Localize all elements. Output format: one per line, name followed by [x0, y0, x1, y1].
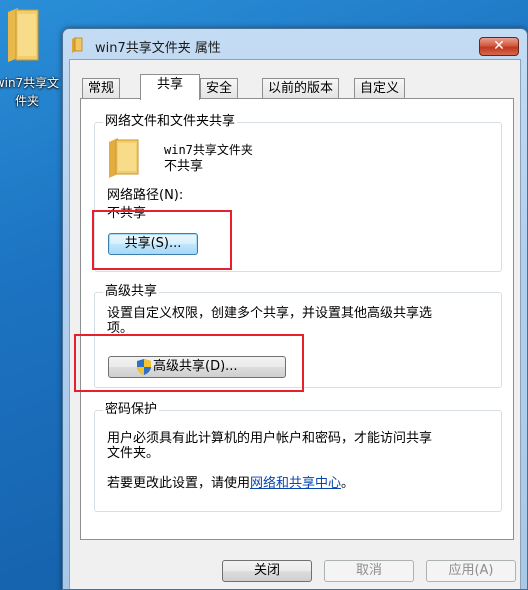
- window-title: win7共享文件夹 属性: [95, 41, 221, 56]
- advanced-sharing-description-line1: 设置自定义权限，创建多个共享，并设置其他高级共享选: [107, 306, 433, 321]
- network-sharing-group-title: 网络文件和文件夹共享: [103, 114, 238, 130]
- tab-security[interactable]: 安全: [200, 78, 239, 99]
- password-change-text: 若要更改此设置，请使用网络和共享中心。: [107, 476, 354, 492]
- title-bar[interactable]: win7共享文件夹 属性 ✕: [63, 29, 527, 59]
- highlight-box-share: [92, 210, 232, 270]
- advanced-sharing-group-title: 高级共享: [103, 284, 160, 300]
- close-button[interactable]: 关闭: [222, 560, 312, 582]
- apply-button: 应用(A): [426, 560, 516, 582]
- network-sharing-center-link[interactable]: 网络和共享中心: [250, 476, 341, 491]
- folder-title-icon: [72, 37, 83, 53]
- password-text-line2: 文件夹。: [107, 446, 160, 461]
- network-path-label: 网络路径(N):: [107, 188, 184, 203]
- folder-icon: [8, 8, 39, 62]
- tab-sharing[interactable]: 共享: [140, 74, 200, 100]
- password-protection-group-title: 密码保护: [103, 402, 160, 418]
- tab-customize[interactable]: 自定义: [354, 78, 406, 99]
- folder-name: win7共享文件夹: [164, 143, 253, 157]
- password-change-prefix: 若要更改此设置，请使用: [107, 476, 251, 491]
- desktop-icon-label: win7共享文 件夹: [0, 76, 60, 108]
- window-close-button[interactable]: ✕: [479, 37, 519, 56]
- share-status: 不共享: [164, 159, 204, 174]
- tab-previous-versions[interactable]: 以前的版本: [262, 78, 340, 99]
- tab-general[interactable]: 常规: [82, 78, 121, 99]
- password-change-suffix: 。: [341, 476, 355, 491]
- highlight-box-advanced: [74, 334, 304, 392]
- shared-folder-icon: [109, 138, 139, 178]
- password-text-line1: 用户必须具有此计算机的用户帐户和密码，才能访问共享: [107, 431, 433, 446]
- cancel-button: 取消: [324, 560, 414, 582]
